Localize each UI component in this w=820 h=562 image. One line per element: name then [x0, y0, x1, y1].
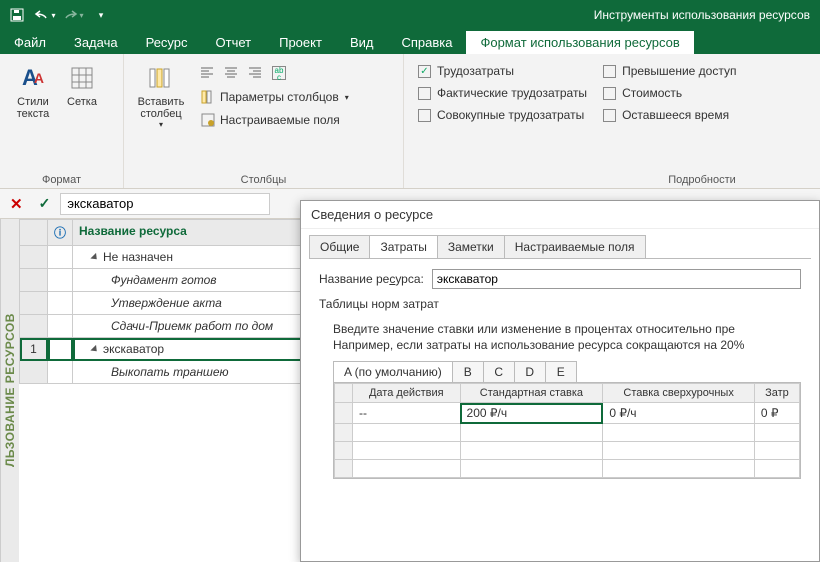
rate-hint: Введите значение ставки или изменение в … — [333, 321, 801, 353]
resource-name-label: Название ресурса: — [319, 272, 424, 286]
cancel-edit-icon[interactable]: ✕ — [4, 195, 29, 213]
chk-cumulative[interactable]: Совокупные трудозатраты — [418, 108, 587, 122]
wrap-text-icon[interactable]: abc — [268, 62, 290, 84]
rate-table[interactable]: Дата действия Стандартная ставка Ставка … — [333, 382, 801, 479]
undo-icon[interactable]: ▾ — [32, 4, 58, 26]
rate-cell-per[interactable]: 0 ₽ — [754, 403, 799, 424]
tab-resource[interactable]: Ресурс — [132, 31, 202, 54]
rate-col-std[interactable]: Стандартная ставка — [460, 384, 603, 403]
rate-cell-ovt[interactable]: 0 ₽/ч — [603, 403, 755, 424]
chk-work[interactable]: ✓Трудозатраты — [418, 64, 587, 78]
text-styles-icon: AA — [17, 62, 49, 94]
save-icon[interactable] — [4, 4, 30, 26]
column-params-button[interactable]: Параметры столбцов▾ — [196, 87, 353, 107]
qat-dropdown-icon[interactable]: ▾ — [88, 4, 114, 26]
col-info[interactable]: ⓘ — [48, 220, 73, 246]
subtab-c[interactable]: C — [483, 361, 515, 382]
rate-col-per[interactable]: Затр — [754, 384, 799, 403]
row-header-blank — [20, 220, 48, 246]
rate-cell-date[interactable]: -- — [353, 403, 461, 424]
chk-actual[interactable]: Фактические трудозатраты — [418, 86, 587, 100]
subtab-e[interactable]: E — [545, 361, 577, 382]
custom-fields-button[interactable]: Настраиваемые поля — [196, 110, 353, 130]
align-right-icon[interactable] — [244, 62, 266, 84]
dtab-costs[interactable]: Затраты — [369, 235, 437, 258]
align-left-icon[interactable] — [196, 62, 218, 84]
subtab-b[interactable]: B — [452, 361, 484, 382]
grid-button[interactable]: Сетка — [60, 60, 104, 172]
tab-view[interactable]: Вид — [336, 31, 388, 54]
rate-col-date[interactable]: Дата действия — [353, 384, 461, 403]
dtab-general[interactable]: Общие — [309, 235, 370, 258]
redo-icon[interactable]: ▾ — [60, 4, 86, 26]
tab-task[interactable]: Задача — [60, 31, 132, 54]
tab-help[interactable]: Справка — [387, 31, 466, 54]
dtab-custom[interactable]: Настраиваемые поля — [504, 235, 646, 258]
window-title: Инструменты использования ресурсов — [594, 8, 816, 22]
cell-edit-input[interactable] — [60, 193, 270, 215]
confirm-edit-icon[interactable]: ✓ — [35, 195, 55, 212]
subtab-a[interactable]: A (по умолчанию) — [333, 361, 453, 382]
view-label: ЛЬЗОВАНИЕ РЕСУРСОВ — [0, 219, 19, 562]
column-params-icon — [200, 89, 216, 105]
custom-fields-icon — [200, 112, 216, 128]
rate-col-ovt[interactable]: Ставка сверхурочных — [603, 384, 755, 403]
tab-report[interactable]: Отчет — [202, 31, 266, 54]
rate-cell-std[interactable]: 200 ₽/ч — [460, 403, 603, 424]
dtab-notes[interactable]: Заметки — [437, 235, 505, 258]
resource-name-input[interactable] — [432, 269, 801, 289]
grid-icon — [66, 62, 98, 94]
align-center-icon[interactable] — [220, 62, 242, 84]
insert-column-button[interactable]: Вставить столбец ▾ — [130, 60, 192, 172]
ribbon-tabs: Файл Задача Ресурс Отчет Проект Вид Спра… — [0, 30, 820, 54]
insert-column-icon — [145, 62, 177, 94]
tab-format[interactable]: Формат использования ресурсов — [466, 31, 693, 54]
chk-remaining[interactable]: Оставшееся время — [603, 108, 736, 122]
subtab-d[interactable]: D — [514, 361, 546, 382]
tab-project[interactable]: Проект — [265, 31, 336, 54]
dialog-title: Сведения о ресурсе — [301, 201, 819, 229]
tab-file[interactable]: Файл — [0, 31, 60, 54]
resource-info-dialog: Сведения о ресурсе Общие Затраты Заметки… — [300, 200, 820, 562]
chk-cost[interactable]: Стоимость — [603, 86, 736, 100]
chk-overalloc[interactable]: Превышение доступ — [603, 64, 736, 78]
text-styles-button[interactable]: AA Стили текста — [6, 60, 60, 172]
rate-tables-label: Таблицы норм затрат — [319, 297, 801, 311]
